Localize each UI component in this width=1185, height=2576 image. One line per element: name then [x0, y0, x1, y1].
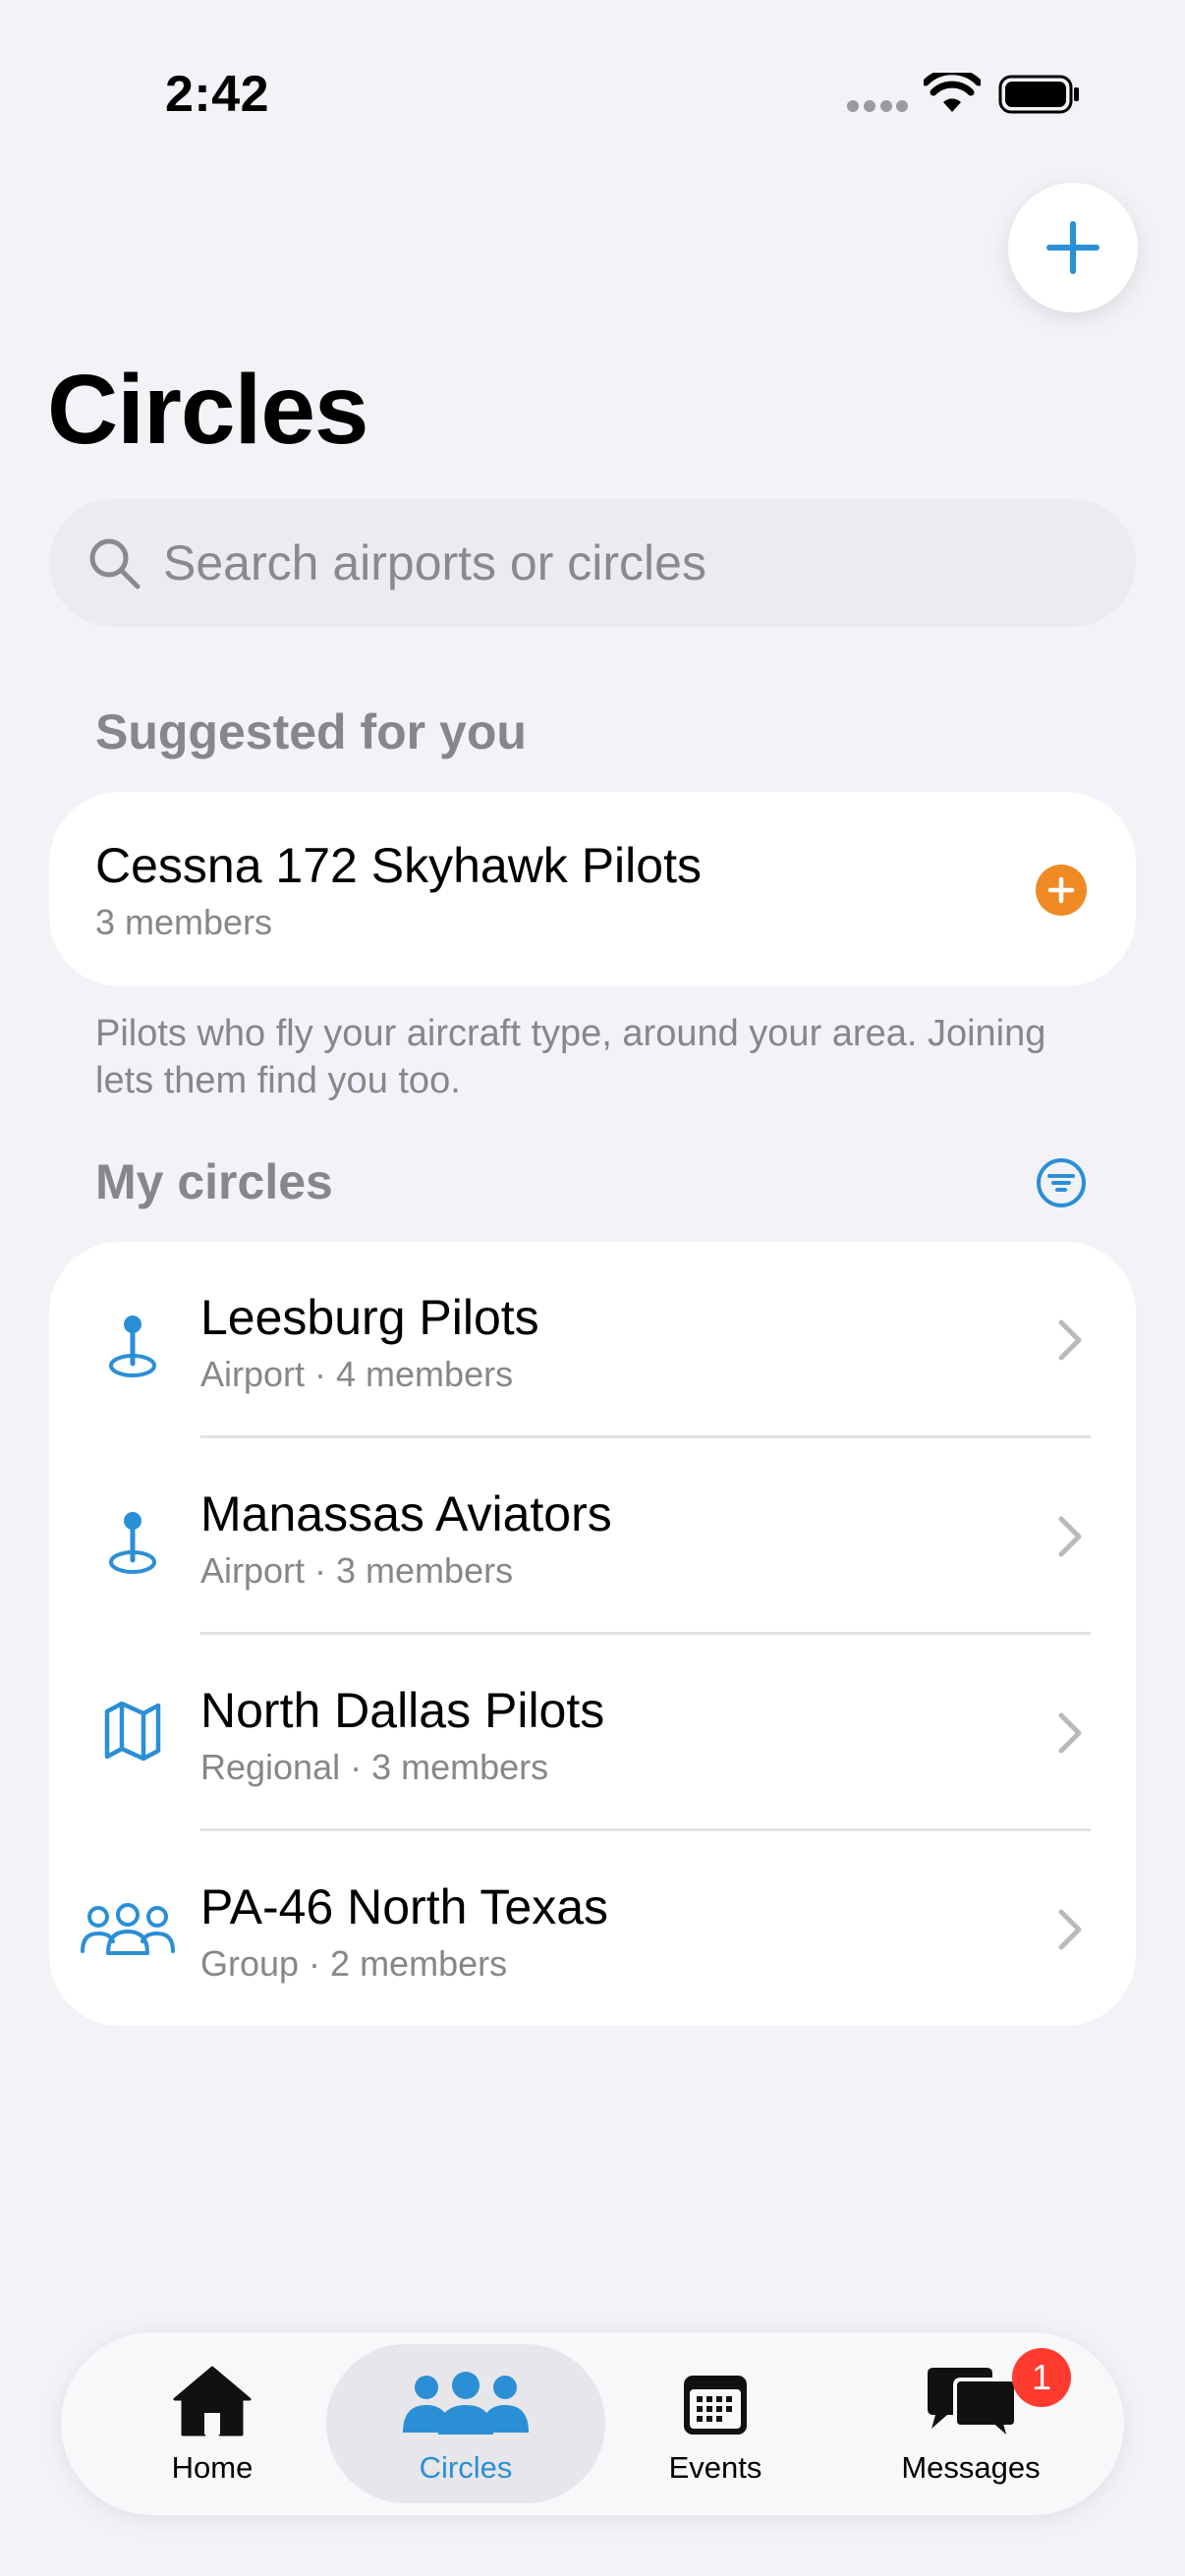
chat-bubbles-icon: [928, 2368, 1018, 2444]
circle-title: Leesburg Pilots: [200, 1290, 539, 1345]
search-input[interactable]: [163, 531, 1047, 595]
group-icon: [81, 1903, 175, 1955]
cellular-signal-icon: [847, 100, 908, 112]
search-icon: [89, 538, 141, 589]
page-title: Circles: [47, 355, 369, 465]
circle-title: North Dallas Pilots: [200, 1683, 605, 1738]
unread-badge: 1: [1012, 2348, 1071, 2407]
map-icon: [104, 1701, 161, 1762]
circle-row-leesburg-pilots[interactable]: Leesburg Pilots Airport · 4 members: [49, 1242, 1136, 1438]
tab-label: Events: [668, 2450, 762, 2485]
tab-label: Messages: [901, 2450, 1041, 2485]
circle-row-north-dallas-pilots[interactable]: North Dallas Pilots Regional · 3 members: [49, 1635, 1136, 1831]
plus-icon: [1047, 876, 1075, 904]
my-circles-heading: My circles: [95, 1154, 333, 1209]
tab-label: Home: [171, 2450, 254, 2485]
airport-pin-icon: [109, 1512, 156, 1574]
chevron-right-icon: [1058, 1909, 1082, 1950]
circle-subtitle: Airport · 3 members: [200, 1550, 514, 1591]
tab-circles[interactable]: Circles: [367, 2344, 564, 2503]
suggested-circle-title: Cessna 172 Skyhawk Pilots: [95, 838, 702, 893]
battery-icon: [998, 75, 1079, 114]
circle-subtitle: Regional · 3 members: [200, 1747, 549, 1787]
airport-pin-icon: [109, 1316, 156, 1377]
chevron-right-icon: [1058, 1319, 1082, 1361]
chevron-right-icon: [1058, 1516, 1082, 1557]
circle-row-pa-46-north-texas[interactable]: PA-46 North Texas Group · 2 members: [49, 1831, 1136, 2028]
filter-icon[interactable]: [1036, 1157, 1087, 1208]
tab-label: Circles: [419, 2450, 513, 2485]
chevron-right-icon: [1058, 1712, 1082, 1754]
circle-title: Manassas Aviators: [200, 1486, 612, 1541]
suggested-circle-members: 3 members: [95, 902, 273, 942]
tab-events[interactable]: Events: [617, 2344, 814, 2503]
status-time: 2:42: [165, 66, 270, 123]
circle-title: PA-46 North Texas: [200, 1879, 609, 1934]
circle-subtitle: Group · 2 members: [200, 1943, 508, 1984]
wifi-icon: [924, 73, 981, 112]
suggested-note: Pilots who fly your aircraft type, aroun…: [95, 1013, 1046, 1101]
status-bar: 2:42: [0, 0, 1185, 187]
circle-row-manassas-aviators[interactable]: Manassas Aviators Airport · 3 members: [49, 1438, 1136, 1635]
plus-icon: [1046, 221, 1100, 274]
circle-subtitle: Airport · 4 members: [200, 1354, 514, 1394]
tab-home[interactable]: Home: [114, 2344, 310, 2503]
people-icon: [403, 2372, 529, 2435]
house-icon: [173, 2366, 252, 2436]
calendar-icon: [684, 2376, 747, 2435]
suggested-heading: Suggested for you: [95, 704, 527, 759]
join-circle-button[interactable]: [1036, 865, 1087, 916]
add-circle-button[interactable]: [1008, 183, 1138, 312]
